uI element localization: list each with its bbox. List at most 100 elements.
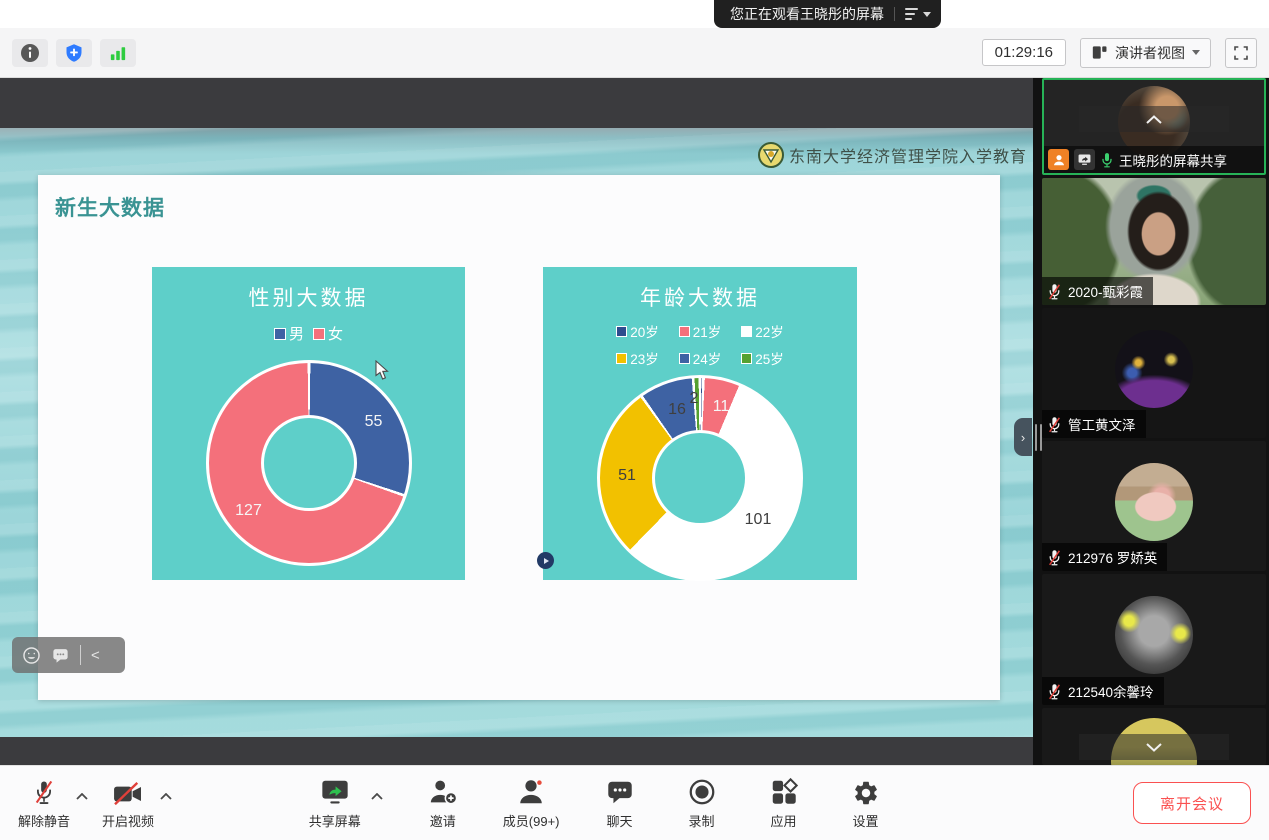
- participants-sidebar: 王晓彤的屏幕共享 2020-甄彩霞: [1033, 78, 1269, 765]
- apps-label: 应用: [770, 811, 796, 830]
- member-orange-badge: [1048, 149, 1069, 170]
- participant-name: 212976 罗娇英: [1068, 547, 1157, 567]
- members-icon: [516, 777, 546, 807]
- mic-on-icon: [1100, 152, 1114, 168]
- record-button[interactable]: 录制: [680, 777, 724, 830]
- mic-muted-icon: [1047, 683, 1062, 700]
- fullscreen-brackets-icon: [1233, 45, 1249, 61]
- slide-logo-row: 东南大学经济管理学院入学教育: [758, 142, 1027, 168]
- scroll-up-control[interactable]: [1079, 106, 1229, 132]
- participant-name: 王晓彤的屏幕共享: [1119, 150, 1227, 170]
- sidebar-collapse-tab[interactable]: ›: [1014, 418, 1032, 456]
- participant-tile[interactable]: 管工黄文泽: [1042, 308, 1266, 438]
- sidebar-drag-handle[interactable]: [1035, 424, 1042, 451]
- age-chart-title: 年龄大数据: [543, 282, 857, 312]
- invite-button[interactable]: 邀请: [421, 777, 465, 830]
- legend-label-22: 22岁: [755, 321, 784, 341]
- participant-name-chip: 212540余馨玲: [1042, 677, 1164, 705]
- info-icon: [20, 43, 40, 63]
- legend-swatch-23: [616, 353, 627, 364]
- network-quality-button[interactable]: [100, 39, 136, 67]
- record-icon: [687, 777, 717, 807]
- slide: 新生大数据 性别大数据 男 女 55 127: [38, 175, 1000, 700]
- screen-share-icon: [1077, 152, 1092, 167]
- chevron-down-icon: [1146, 743, 1162, 752]
- chat-bubble-icon[interactable]: [51, 646, 70, 665]
- legend-swatch-20: [616, 326, 627, 337]
- gender-chart-card: 性别大数据 男 女 55 127: [152, 267, 465, 580]
- security-button[interactable]: [56, 39, 92, 67]
- unmute-button[interactable]: 解除静音: [18, 777, 70, 830]
- participant-tile[interactable]: 212540余馨玲: [1042, 574, 1266, 705]
- avatar: [1115, 330, 1193, 408]
- settings-gear-icon: [852, 779, 880, 807]
- participant-name: 2020-甄彩霞: [1068, 281, 1143, 301]
- apps-button[interactable]: 应用: [762, 777, 806, 830]
- participant-tile-screen-share[interactable]: 王晓彤的屏幕共享: [1042, 78, 1266, 175]
- shield-plus-icon: [64, 43, 84, 63]
- legend-swatch-male: [274, 328, 286, 340]
- leave-meeting-button[interactable]: 离开会议: [1133, 782, 1251, 824]
- gender-donut-chart: 55 127: [206, 360, 412, 566]
- avatar: [1115, 463, 1193, 541]
- share-screen-button[interactable]: 共享屏幕: [309, 777, 361, 830]
- reaction-bar-divider: [80, 645, 81, 665]
- invite-person-plus-icon: [428, 777, 458, 807]
- participant-tile-video[interactable]: 2020-甄彩霞: [1042, 178, 1266, 305]
- donut-hole: [652, 430, 748, 526]
- top-strip: 您正在观看王晓彤的屏幕: [0, 0, 1269, 28]
- video-options-chevron[interactable]: [160, 793, 172, 800]
- slide-title: 新生大数据: [55, 192, 165, 222]
- start-video-button[interactable]: 开启视频: [102, 777, 154, 830]
- mouse-cursor: [375, 360, 390, 381]
- chevron-up-icon: [160, 793, 172, 800]
- data-label-21: 11: [713, 398, 730, 416]
- media-bubble[interactable]: [537, 552, 554, 569]
- shared-screen-view: 东南大学经济管理学院入学教育 新生大数据 性别大数据 男 女 55: [0, 78, 1033, 765]
- speaker-view-icon: [1091, 44, 1108, 61]
- fullscreen-button[interactable]: [1225, 38, 1257, 68]
- university-logo-icon: [758, 142, 784, 168]
- logo-text: 东南大学经济管理学院入学教育: [789, 143, 1027, 167]
- participant-tile[interactable]: 212976 罗娇英: [1042, 441, 1266, 571]
- record-label: 录制: [688, 811, 714, 830]
- legend-label-21: 21岁: [693, 321, 722, 341]
- members-button[interactable]: 成员(99+): [503, 777, 560, 830]
- participant-tile-partial[interactable]: [1042, 708, 1266, 765]
- chat-button[interactable]: 聊天: [598, 777, 642, 830]
- members-label: 成员(99+): [503, 811, 560, 830]
- age-chart-card: 年龄大数据 20岁 21岁 22岁 23岁 24岁 25岁 16 2: [543, 267, 857, 580]
- invite-label: 邀请: [430, 811, 456, 830]
- participant-name: 管工黄文泽: [1068, 414, 1136, 434]
- legend-label-24: 24岁: [693, 348, 722, 368]
- collapse-left-chevron[interactable]: <: [91, 648, 100, 663]
- main-area: 东南大学经济管理学院入学教育 新生大数据 性别大数据 男 女 55: [0, 78, 1269, 765]
- apps-grid-icon: [769, 777, 799, 807]
- banner-divider: [894, 7, 895, 21]
- settings-button[interactable]: 设置: [844, 777, 888, 830]
- legend-swatch-25: [741, 353, 752, 364]
- meeting-info-button[interactable]: [12, 39, 48, 67]
- legend-label-23: 23岁: [630, 348, 659, 368]
- mic-muted-icon: [31, 777, 57, 807]
- gender-chart-legend: 男 女: [152, 323, 465, 344]
- meeting-toolbar: 01:29:16 演讲者视图: [0, 28, 1269, 78]
- age-chart-legend: 20岁 21岁 22岁 23岁 24岁 25岁: [543, 321, 857, 368]
- network-signal-icon: [107, 43, 129, 63]
- data-label-23: 51: [618, 467, 636, 485]
- smiley-icon[interactable]: [22, 646, 41, 665]
- banner-menu-icon[interactable]: [905, 8, 931, 20]
- view-mode-selector[interactable]: 演讲者视图: [1080, 38, 1211, 68]
- chat-icon: [605, 777, 635, 807]
- donut-hole: [261, 415, 357, 511]
- mic-options-chevron[interactable]: [76, 793, 88, 800]
- legend-swatch-24: [679, 353, 690, 364]
- screen-share-badge: [1074, 149, 1095, 170]
- slide-background: 东南大学经济管理学院入学教育 新生大数据 性别大数据 男 女 55: [0, 128, 1033, 737]
- mic-muted-icon: [1047, 549, 1062, 566]
- share-screen-icon: [320, 777, 350, 807]
- legend-swatch-22: [741, 326, 752, 337]
- legend-label-20: 20岁: [630, 321, 659, 341]
- share-options-chevron[interactable]: [371, 793, 383, 800]
- scroll-down-control[interactable]: [1079, 734, 1229, 760]
